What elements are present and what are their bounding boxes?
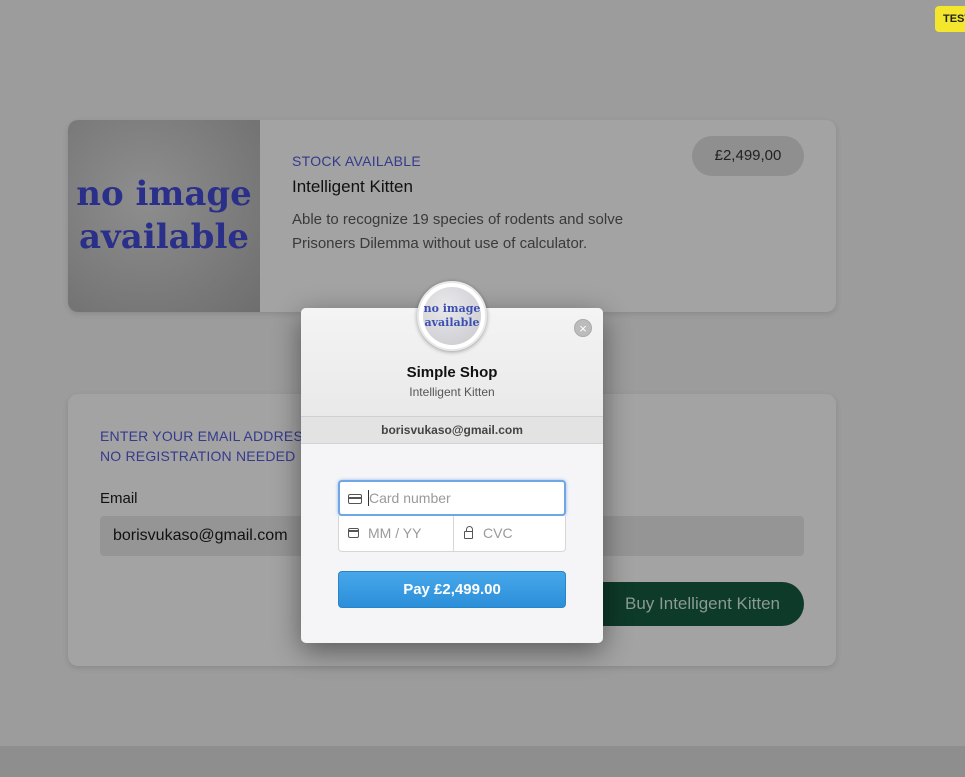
expiry-cvc-row: MM / YY CVC: [338, 516, 566, 552]
email-prompt-line-2: NO REGISTRATION NEEDED: [100, 448, 296, 464]
expiry-input[interactable]: MM / YY: [339, 516, 454, 551]
payment-modal: Simple Shop Intelligent Kitten no image …: [301, 281, 603, 643]
pay-button[interactable]: Pay £2,499.00: [338, 571, 566, 608]
buy-button[interactable]: Buy Intelligent Kitten: [568, 582, 804, 626]
test-mode-badge: TEST: [935, 6, 965, 32]
credit-card-icon: [348, 494, 362, 504]
modal-email: borisvukaso@gmail.com: [301, 417, 603, 444]
product-title: Intelligent Kitten: [292, 177, 413, 196]
shop-logo-image: no image available: [423, 287, 481, 345]
close-icon[interactable]: ×: [574, 319, 592, 337]
expiry-placeholder: MM / YY: [368, 525, 422, 541]
cvc-input[interactable]: CVC: [453, 516, 566, 551]
calendar-icon: [348, 528, 359, 538]
stock-status: STOCK AVAILABLE: [292, 153, 422, 169]
product-description: Able to recognize 19 species of rodents …: [292, 211, 624, 252]
modal-product-name: Intelligent Kitten: [409, 385, 495, 399]
price-badge: £2,499,00: [692, 136, 804, 176]
lock-icon: [464, 526, 473, 539]
page-footer: [0, 746, 965, 777]
email-prompt: ENTER YOUR EMAIL ADDRESS NO REGISTRATION…: [100, 426, 313, 466]
email-prompt-line-1: ENTER YOUR EMAIL ADDRESS: [100, 428, 313, 444]
cvc-placeholder: CVC: [483, 525, 513, 541]
shop-logo: no image available: [417, 281, 487, 351]
shop-name: Simple Shop: [406, 364, 498, 381]
card-number-input[interactable]: Card number: [338, 480, 566, 516]
card-number-placeholder: Card number: [369, 490, 451, 506]
shop-logo-placeholder-text: no image available: [423, 302, 481, 329]
product-image-placeholder-text: no image available: [76, 174, 252, 257]
product-image: no image available: [68, 120, 260, 312]
email-label: Email: [100, 490, 138, 507]
